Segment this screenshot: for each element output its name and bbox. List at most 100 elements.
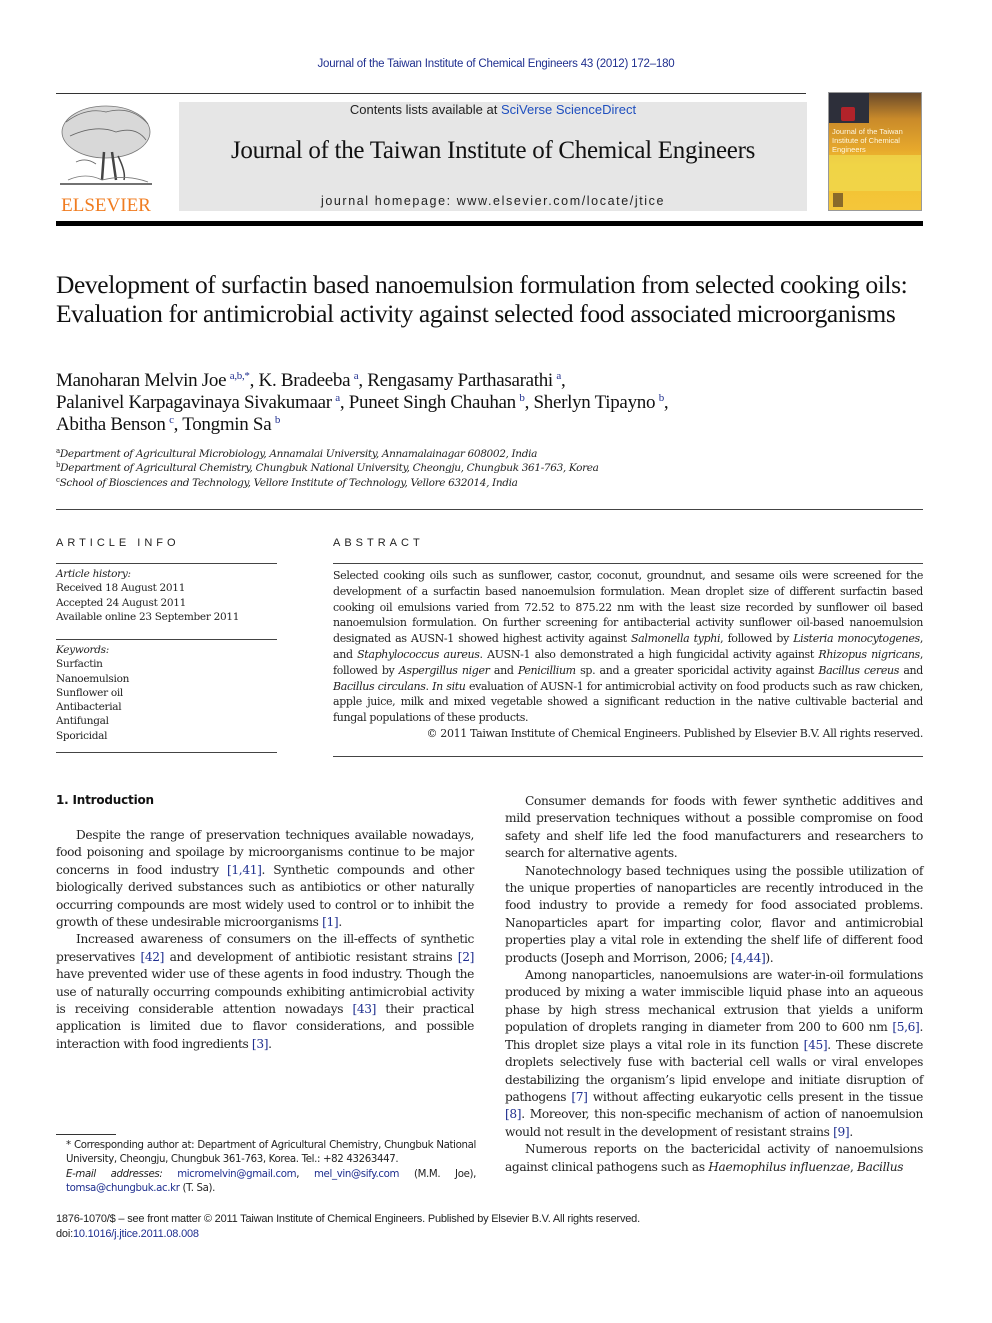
abstract-heading: ABSTRACT [333,537,424,549]
imprint: 1876-1070/$ – see front matter © 2011 Ta… [56,1212,856,1241]
keywords: Keywords: Surfactin Nanoemulsion Sunflower … [56,643,277,743]
email-note: E-mail addresses: micromelvin@gmail.com,… [66,1168,477,1195]
homepage-label: journal homepage: [320,194,457,208]
italic-term: In situ [432,679,466,693]
citation-link[interactable]: [42] [140,950,164,964]
author-affiliation-marker[interactable]: a,b,* [230,370,250,382]
front-matter-line: 1876-1070/$ – see front matter © 2011 Ta… [56,1213,640,1225]
abstract-text: Selected cooking oils such as sunflower,… [333,569,924,725]
paragraph: Nanotechnology based techniques using th… [505,863,923,965]
article-title: Development of surfactin based nanoemuls… [56,270,908,328]
author-affiliation-marker[interactable]: a [335,392,340,404]
keywords-label: Keywords: [56,644,109,656]
divider [56,563,277,564]
paragraph: Among nanoparticles, nanoemulsions are w… [505,968,924,1139]
affiliations: aDepartment of Agricultural Microbiology… [56,447,936,490]
author-affiliation-marker[interactable]: a [556,370,561,382]
keyword: Antibacterial [56,701,122,714]
paragraph: Despite the range of preservation techni… [56,828,475,930]
citation-link[interactable]: [5,6] [892,1020,920,1034]
author-affiliation-marker[interactable]: b [659,392,665,404]
author-name[interactable]: Tongmin Sa [182,414,271,435]
italic-term: Listeria monocytogenes [793,632,920,646]
affiliation: cSchool of Biosciences and Technology, V… [56,476,936,490]
footnotes: * Corresponding author at: Department of… [56,1139,476,1197]
email-link[interactable]: mel_vin@sify.com [314,1169,399,1180]
citation-link[interactable]: [4,44] [731,951,766,965]
italic-term: Haemophilus influenzae [708,1159,850,1174]
author-name[interactable]: K. Bradeeba [259,370,351,391]
author-name[interactable]: Sherlyn Tipayno [534,392,656,413]
email-label: E-mail addresses: [66,1168,178,1180]
citation-link[interactable]: [3] [252,1037,269,1051]
email-link[interactable]: micromelvin@gmail.com [177,1169,296,1180]
footnote-rule [56,1134,116,1135]
affiliation: aDepartment of Agricultural Microbiology… [56,447,936,461]
publisher-name: ELSEVIER [61,195,151,216]
body-column-left: Despite the range of preservation techni… [56,827,474,1053]
keyword: Sporicidal [56,729,108,742]
italic-term: Bacillus cereus [818,663,900,677]
author-list: Manoharan Melvin Joe a,b,*, K. Bradeeba … [56,370,669,435]
italic-term: Bacillus [857,1159,904,1174]
corresponding-author-note: * Corresponding author at: Department of… [66,1140,476,1166]
paragraph: Increased awareness of consumers on the … [56,932,475,1051]
italic-term: Rhizopus nigricans [818,647,920,661]
citation-link[interactable]: [2] [458,950,475,964]
author-name[interactable]: Rengasamy Parthasarathi [367,370,553,391]
article-info-heading: ARTICLE INFO [56,537,180,549]
author-name[interactable]: Manoharan Melvin Joe [56,370,227,391]
cover-flask-icon [841,107,855,121]
homepage-link[interactable]: www.elsevier.com/locate/jtice [457,194,665,208]
citation-link[interactable]: [1,41] [227,863,262,877]
elsevier-logo[interactable]: ELSEVIER [56,102,156,216]
paragraph: Consumer demands for foods with fewer sy… [505,794,923,861]
doi-line: doi:10.1016/j.jtice.2011.08.008 [56,1227,856,1242]
sciencedirect-link[interactable]: SciVerse ScienceDirect [501,102,636,117]
contents-line: Contents lists available at SciVerse Sci… [179,102,807,117]
author-name[interactable]: Palanivel Karpagavinaya Sivakumaar [56,392,332,413]
doi-link[interactable]: 10.1016/j.jtice.2011.08.008 [73,1228,199,1240]
history-entry: Received 18 August 2011 [56,582,186,595]
keyword: Nanoemulsion [56,672,130,685]
author-affiliation-marker[interactable]: b [519,392,525,404]
cover-title: Journal of the Taiwan Institute of Chemi… [832,127,903,154]
affiliation-text: Department of Agricultural Chemistry, Ch… [60,462,599,475]
citation-link[interactable]: [43] [352,1002,376,1016]
keyword: Sunflower oil [56,686,123,699]
citation-link[interactable]: [9] [833,1125,850,1139]
author-affiliation-marker[interactable]: c [169,414,174,426]
top-rule [56,93,806,94]
keyword: Surfactin [56,658,103,671]
author-affiliation-marker[interactable]: a [354,370,359,382]
italic-term: Aspergillus niger [398,663,490,677]
affiliation: bDepartment of Agricultural Chemistry, C… [56,461,936,475]
history-label: Article history: [56,568,131,580]
cover-band [829,155,921,191]
contents-prefix: Contents lists available at [349,102,501,117]
journal-homepage: journal homepage: www.elsevier.com/locat… [179,194,807,208]
italic-term: Penicillium [517,663,576,677]
author-affiliation-marker[interactable]: b [275,414,281,426]
italic-term: Staphylococcus aureus [357,647,480,661]
citation-link[interactable]: [1] [322,915,339,929]
body-column-right: Consumer demands for foods with fewer sy… [505,793,923,1176]
abstract-copyright: © 2011 Taiwan Institute of Chemical Engi… [426,726,924,740]
article-history: Article history: Received 18 August 2011 A… [56,567,277,624]
citation-link[interactable]: [7] [571,1090,588,1104]
elsevier-tree-icon [60,105,152,185]
email-link[interactable]: tomsa@chungbuk.ac.kr [66,1183,180,1194]
cover-publisher-icon [833,193,843,207]
citation-link[interactable]: [45] [804,1038,828,1052]
paragraph: Numerous reports on the bactericidal act… [505,1142,923,1174]
divider [333,756,923,757]
history-entry: Accepted 24 August 2011 [56,596,187,609]
keyword: Antifungal [56,715,109,728]
history-entry: Available online 23 September 2011 [56,610,240,623]
journal-cover-thumbnail[interactable]: Journal of the Taiwan Institute of Chemi… [828,92,922,211]
author-name[interactable]: Abitha Benson [56,414,166,435]
citation-link[interactable]: [8] [505,1107,522,1121]
doi-label: doi: [56,1227,73,1240]
author-name[interactable]: Puneet Singh Chauhan [349,392,516,413]
header-divider [56,509,923,510]
